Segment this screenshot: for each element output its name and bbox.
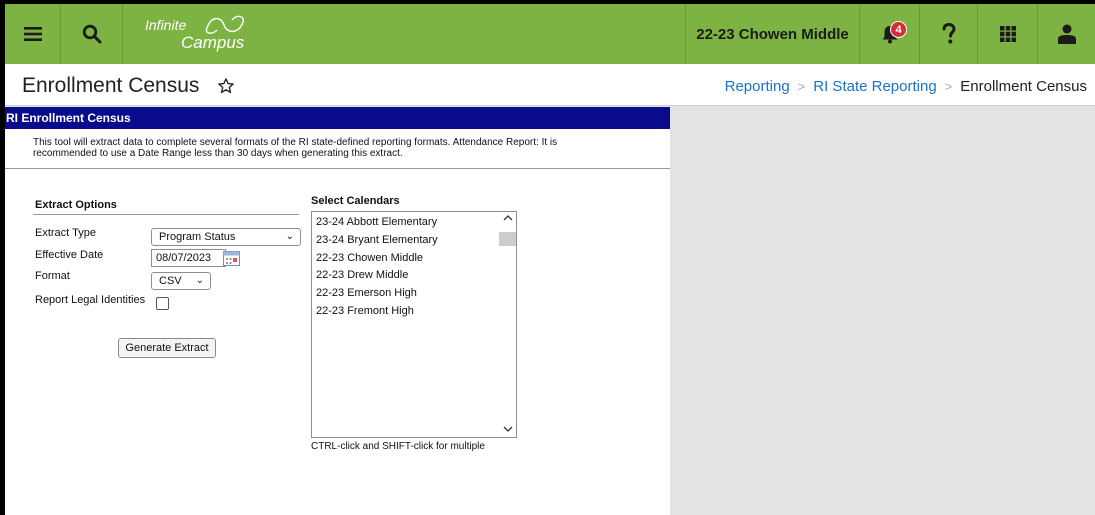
- search-icon: [82, 24, 101, 44]
- generate-extract-button[interactable]: Generate Extract: [118, 338, 216, 358]
- breadcrumb-chevron-icon: >: [944, 79, 953, 94]
- format-label: Format: [35, 270, 70, 282]
- extract-type-label: Extract Type: [35, 227, 96, 239]
- extract-type-value: Program Status: [159, 231, 236, 243]
- calendar-option[interactable]: 22-23 Drew Middle: [316, 269, 408, 281]
- report-legal-identities-label: Report Legal Identities: [35, 294, 146, 306]
- user-account-button[interactable]: [1038, 4, 1095, 64]
- breadcrumb-current: Enrollment Census: [960, 78, 1087, 95]
- apps-grid-icon: [999, 26, 1016, 42]
- multi-select-hint: CTRL-click and SHIFT-click for multiple: [311, 441, 485, 452]
- breadcrumb-link-ri-state-reporting[interactable]: RI State Reporting: [813, 78, 936, 95]
- help-icon: [942, 23, 956, 44]
- calendar-picker-icon[interactable]: [223, 250, 240, 266]
- scrollbar-thumb[interactable]: [499, 232, 516, 246]
- select-calendars-heading: Select Calendars: [311, 195, 400, 207]
- breadcrumb-link-reporting[interactable]: Reporting: [725, 78, 790, 95]
- effective-date-label: Effective Date: [35, 249, 104, 261]
- calendar-option[interactable]: 22-23 Chowen Middle: [316, 252, 423, 264]
- divider: [33, 214, 299, 215]
- scroll-down-arrow-icon[interactable]: [503, 425, 513, 433]
- logo-text-campus: Campus: [181, 33, 245, 52]
- enrollment-census-panel: RI Enrollment Census This tool will extr…: [5, 107, 670, 515]
- menu-button[interactable]: [5, 4, 61, 64]
- calendar-option[interactable]: 23-24 Bryant Elementary: [316, 234, 438, 246]
- panel-header: RI Enrollment Census: [5, 107, 670, 129]
- logo-text-infinite: Infinite: [145, 17, 187, 33]
- breadcrumb: Reporting > RI State Reporting > Enrollm…: [725, 78, 1087, 95]
- favorite-star-icon[interactable]: [217, 77, 235, 95]
- menu-icon: [23, 27, 42, 41]
- report-legal-identities-checkbox[interactable]: [156, 297, 169, 310]
- tool-description: This tool will extract data to complete …: [5, 129, 670, 169]
- chevron-down-icon: ⌄: [285, 231, 294, 242]
- format-value: CSV: [159, 275, 182, 287]
- apps-button[interactable]: [978, 4, 1038, 64]
- search-button[interactable]: [61, 4, 123, 64]
- help-button[interactable]: [920, 4, 978, 64]
- notification-count-badge: 4: [890, 21, 907, 38]
- scroll-up-arrow-icon[interactable]: [503, 214, 513, 222]
- top-nav-bar: Infinite Campus 22-23 Chowen Middle 4: [5, 4, 1095, 64]
- infinity-logo-icon: [205, 15, 244, 34]
- description-line: recommended to use a Date Range less tha…: [33, 148, 403, 159]
- chevron-down-icon: ⌄: [195, 275, 204, 286]
- effective-date-input[interactable]: 08/07/2023: [151, 249, 226, 267]
- infinite-campus-logo[interactable]: Infinite Campus: [145, 14, 255, 54]
- notifications-button[interactable]: 4: [860, 4, 920, 64]
- calendar-option[interactable]: 22-23 Fremont High: [316, 305, 414, 317]
- breadcrumb-chevron-icon: >: [797, 79, 806, 94]
- calendar-option[interactable]: 22-23 Emerson High: [316, 287, 417, 299]
- current-school-selector[interactable]: 22-23 Chowen Middle: [685, 4, 860, 64]
- calendar-listbox[interactable]: 23-24 Abbott Elementary 23-24 Bryant Ele…: [311, 211, 517, 438]
- scrollbar[interactable]: [499, 212, 516, 437]
- calendar-option[interactable]: 23-24 Abbott Elementary: [316, 216, 437, 228]
- description-line: This tool will extract data to complete …: [33, 137, 558, 148]
- app-frame: Infinite Campus 22-23 Chowen Middle 4 En…: [5, 4, 1095, 515]
- format-select[interactable]: CSV ⌄: [151, 272, 211, 290]
- page-title: Enrollment Census: [22, 74, 200, 97]
- extract-options-heading: Extract Options: [35, 199, 117, 211]
- user-icon: [1057, 24, 1076, 44]
- extract-type-select[interactable]: Program Status ⌄: [151, 228, 301, 246]
- page-header: Enrollment Census Reporting > RI State R…: [5, 64, 1095, 106]
